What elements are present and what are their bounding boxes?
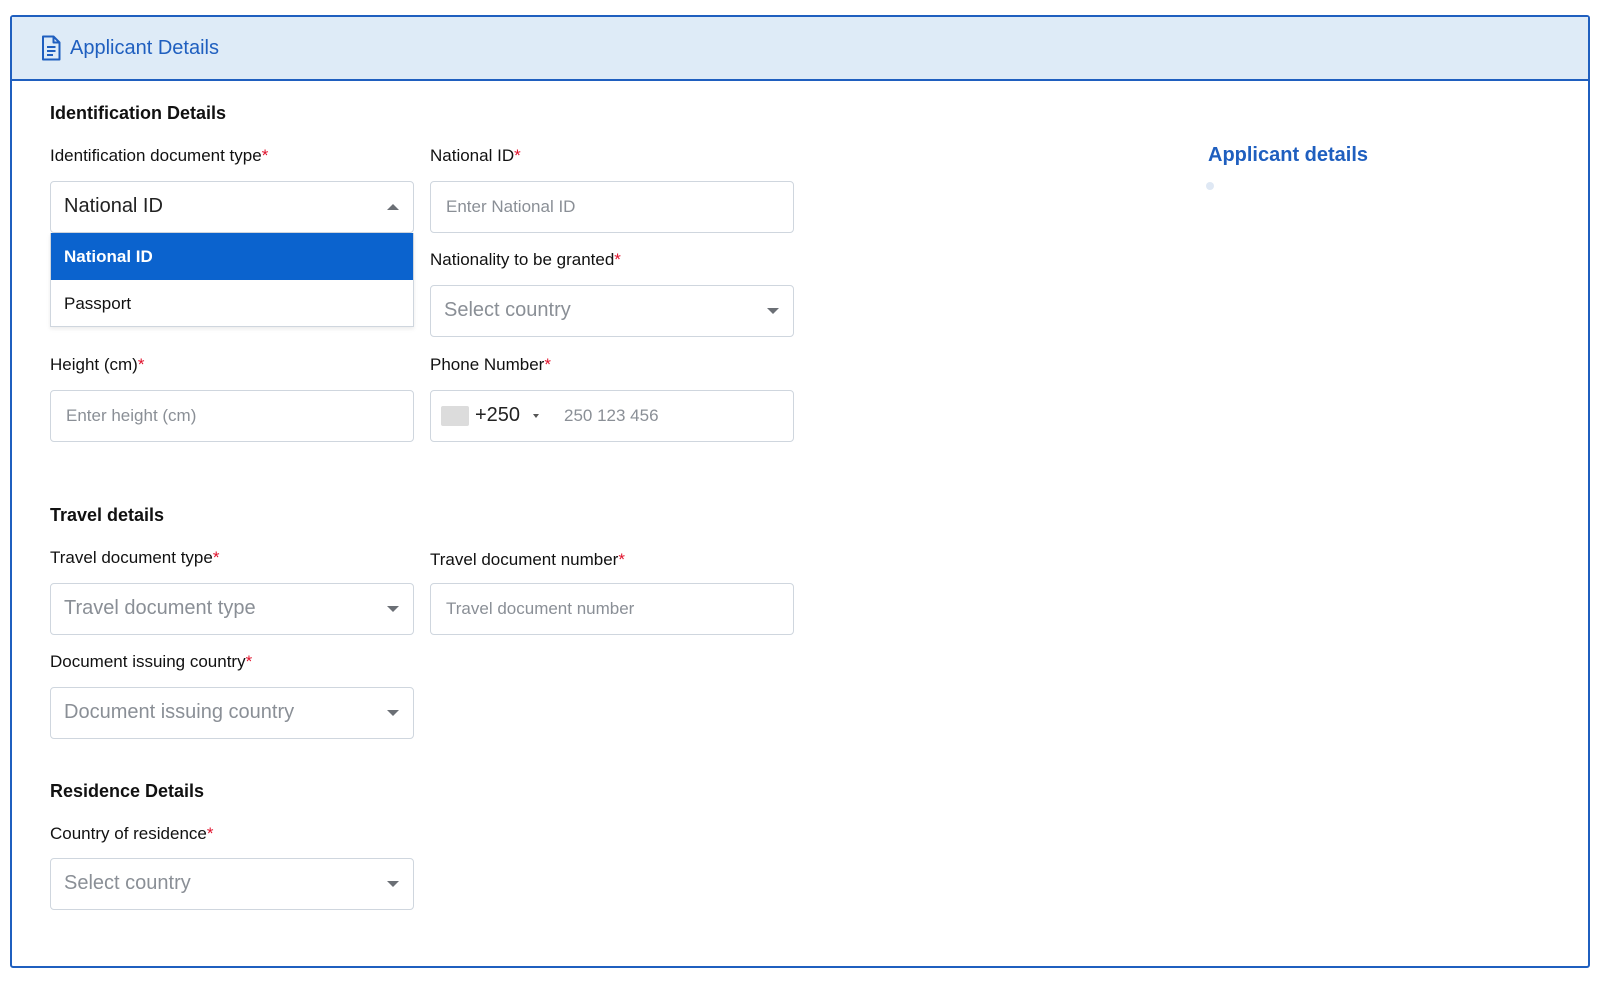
phone-input[interactable] [549,391,911,441]
issuing-country-label: Document issuing country* [50,652,253,671]
required-marker: * [614,250,621,269]
dropdown-option-passport[interactable]: Passport [51,280,413,327]
id-doc-type-select[interactable]: National ID [50,181,414,233]
travel-doc-type-select[interactable]: Travel document type [50,583,414,635]
nationality-label: Nationality to be granted* [430,250,621,269]
national-id-label: National ID* [430,146,521,165]
panel-title: Applicant Details [70,36,219,59]
height-input[interactable] [51,391,413,441]
issuing-country-select[interactable]: Document issuing country [50,687,414,739]
travel-doc-number-input[interactable] [431,584,793,634]
chevron-down-icon [767,308,779,314]
travel-doc-type-label: Travel document type* [50,548,220,567]
height-label: Height (cm)* [50,355,145,374]
required-marker: * [137,355,145,374]
required-marker: * [544,355,551,374]
phone-field: +250 [430,390,911,442]
flag-icon[interactable] [441,406,469,426]
id-doc-type-value: National ID [64,195,163,217]
residence-country-label: Country of residence* [50,824,214,843]
height-field[interactable] [50,390,414,442]
travel-section-title: Travel details [50,505,165,525]
chevron-down-icon [387,881,399,887]
panel-header: Applicant Details [12,17,1588,81]
travel-doc-number-field[interactable] [430,583,794,635]
caret-down-icon[interactable] [533,414,539,418]
nationality-select[interactable]: Select country [430,285,794,337]
chevron-down-icon [387,606,399,612]
issuing-country-placeholder: Document issuing country [64,701,295,723]
national-id-input[interactable] [431,182,793,232]
required-marker: * [212,548,220,567]
residence-country-select[interactable]: Select country [50,858,414,910]
dropdown-option-national-id[interactable]: National ID [51,233,413,280]
phone-country-code[interactable]: +250 [475,404,520,427]
national-id-field[interactable] [430,181,794,233]
id-doc-type-dropdown: National ID Passport [50,233,414,327]
chevron-down-icon [387,710,399,716]
nationality-placeholder: Select country [444,299,571,321]
required-marker: * [514,146,521,165]
document-icon [40,35,62,61]
required-marker: * [261,146,269,165]
residence-section-title: Residence Details [50,781,205,801]
travel-doc-type-placeholder: Travel document type [64,597,256,619]
sidebar-nav-applicant-details[interactable]: Applicant details [1208,144,1368,167]
travel-doc-number-label: Travel document number* [430,550,625,569]
nav-indicator-dot [1206,182,1214,190]
phone-label: Phone Number* [430,355,551,374]
required-marker: * [206,824,214,843]
residence-country-placeholder: Select country [64,872,191,894]
required-marker: * [245,652,253,671]
caret-up-icon [387,204,399,210]
id-doc-type-label: Identification document type* [50,146,269,165]
identification-section-title: Identification Details [50,103,227,123]
required-marker: * [618,550,625,569]
